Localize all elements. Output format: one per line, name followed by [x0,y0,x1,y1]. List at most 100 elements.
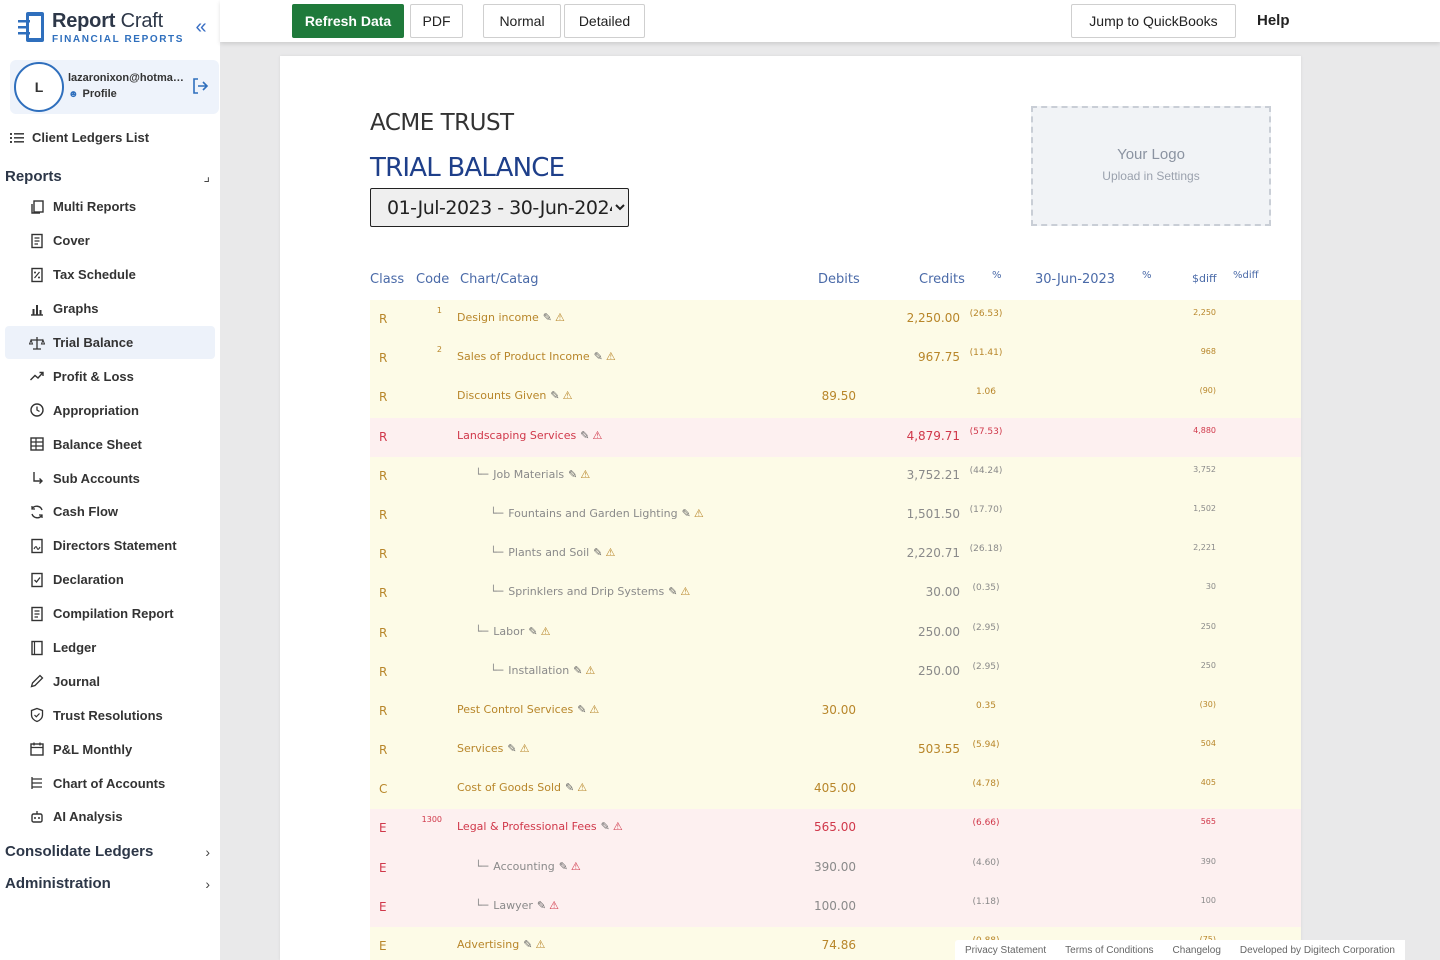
row-account[interactable]: └─ Lawyer ✎ ⚠ [475,899,559,912]
pencil-icon[interactable]: ✎ [559,860,568,873]
pencil-icon[interactable]: ✎ [577,703,586,716]
sidebar-item-journal[interactable]: Journal [5,664,215,698]
sidebar-item-declaration[interactable]: Declaration [5,563,215,597]
logout-icon[interactable] [190,76,210,96]
pencil-icon[interactable]: ✎ [594,350,603,363]
row-account[interactable]: Cost of Goods Sold ✎ ⚠ [457,781,587,794]
sidebar-item-cash-flow[interactable]: Cash Flow [5,495,215,529]
sidebar-item-compilation-report[interactable]: Compilation Report [5,597,215,631]
column-dollar-diff[interactable]: $diff [1192,272,1217,285]
consolidate-ledgers-toggle[interactable]: Consolidate Ledgers › [5,843,210,860]
table-row[interactable]: R └─ Fountains and Garden Lighting ✎ ⚠ 1,501.… [370,495,1301,536]
pencil-icon[interactable]: ✎ [593,546,602,559]
row-account[interactable]: Sales of Product Income ✎ ⚠ [457,350,616,363]
table-row[interactable]: E 1300 Legal & Professional Fees ✎ ⚠ 565.00 (6… [370,809,1301,849]
pencil-icon[interactable]: ✎ [528,625,537,638]
sidebar-item-tax-schedule[interactable]: Tax Schedule [5,258,215,292]
column-percent[interactable]: % [992,270,1002,281]
client-ledgers-list-link[interactable]: Client Ledgers List [10,130,149,145]
row-account[interactable]: Services ✎ ⚠ [457,742,529,755]
sidebar-item-trial-balance[interactable]: Trial Balance [5,325,215,360]
warning-icon[interactable]: ⚠ [589,703,599,716]
sidebar-item-ledger[interactable]: Ledger [5,631,215,665]
warning-icon[interactable]: ⚠ [541,625,551,638]
brand-logo[interactable]: Report Craft FINANCIAL REPORTS [16,10,216,46]
row-account-name[interactable]: Fountains and Garden Lighting [508,507,677,520]
pencil-icon[interactable]: ✎ [601,820,610,833]
warning-icon[interactable]: ⚠ [606,350,616,363]
privacy-statement-link[interactable]: Privacy Statement [965,945,1046,956]
row-account-name[interactable]: Pest Control Services [457,703,573,716]
row-account[interactable]: Discounts Given ✎ ⚠ [457,389,572,402]
warning-icon[interactable]: ⚠ [680,585,690,598]
warning-icon[interactable]: ⚠ [613,820,623,833]
column-code[interactable]: Code [416,272,449,287]
row-account-name[interactable]: Legal & Professional Fees [457,820,597,833]
row-account-name[interactable]: Lawyer [493,899,533,912]
pencil-icon[interactable]: ✎ [550,389,559,402]
row-account[interactable]: └─ Fountains and Garden Lighting ✎ ⚠ [490,507,704,520]
column-prior-percent[interactable]: % [1142,270,1152,281]
pencil-icon[interactable]: ✎ [668,585,677,598]
sidebar-item-trust-resolutions[interactable]: Trust Resolutions [5,698,215,732]
table-row[interactable]: R Landscaping Services ✎ ⚠ 4,879.71 (57.53) 4,… [370,417,1301,457]
row-account-name[interactable]: Accounting [493,860,554,873]
row-account[interactable]: └─ Sprinklers and Drip Systems ✎ ⚠ [490,585,690,598]
detailed-view-button[interactable]: Detailed [564,4,645,38]
row-account-name[interactable]: Labor [493,625,524,638]
sidebar-item-appropriation[interactable]: Appropriation [5,393,215,427]
warning-icon[interactable]: ⚠ [535,938,545,951]
warning-icon[interactable]: ⚠ [577,781,587,794]
warning-icon[interactable]: ⚠ [555,311,565,324]
table-row[interactable]: E └─ Lawyer ✎ ⚠ 100.00 (1.18) 100 [370,887,1301,927]
terms-link[interactable]: Terms of Conditions [1065,945,1153,956]
row-account-name[interactable]: Plants and Soil [508,546,589,559]
sidebar-item-chart-of-accounts[interactable]: Chart of Accounts [5,766,215,800]
sidebar-item-directors-statement[interactable]: Directors Statement [5,529,215,563]
sidebar-item-multi-reports[interactable]: Multi Reports [5,190,215,224]
row-account-name[interactable]: Services [457,742,503,755]
pencil-icon[interactable]: ✎ [682,507,691,520]
table-row[interactable]: R Discounts Given ✎ ⚠ 89.50 1.06 (90) [370,378,1301,418]
column-debits[interactable]: Debits [818,272,860,287]
pencil-icon[interactable]: ✎ [507,742,516,755]
pencil-icon[interactable]: ✎ [523,938,532,951]
column-prior-period[interactable]: 30-Jun-2023 [1035,272,1115,287]
warning-icon[interactable]: ⚠ [571,860,581,873]
warning-icon[interactable]: ⚠ [580,468,590,481]
sidebar-item-profit-loss[interactable]: Profit & Loss [5,359,215,393]
pencil-icon[interactable]: ✎ [537,899,546,912]
row-account-name[interactable]: Installation [508,664,569,677]
refresh-data-button[interactable]: Refresh Data [292,4,404,38]
sidebar-item-ai-analysis[interactable]: AI Analysis [5,800,215,834]
warning-icon[interactable]: ⚠ [563,389,573,402]
row-account-name[interactable]: Cost of Goods Sold [457,781,561,794]
column-credits[interactable]: Credits [919,272,965,287]
table-row[interactable]: R └─ Labor ✎ ⚠ 250.00 (2.95) 250 [370,613,1301,653]
sidebar-item-pl-monthly[interactable]: P&L Monthly [5,732,215,766]
table-row[interactable]: R 2 Sales of Product Income ✎ ⚠ 967.75 (11.41)… [370,339,1301,379]
row-account-name[interactable]: Job Materials [493,468,564,481]
warning-icon[interactable]: ⚠ [694,507,704,520]
row-account-name[interactable]: Sales of Product Income [457,350,590,363]
profile-link[interactable]: ☻ Profile [68,88,117,100]
administration-toggle[interactable]: Administration › [5,875,210,892]
pencil-icon[interactable]: ✎ [565,781,574,794]
reports-section-toggle[interactable]: Reports ⌟ [5,168,210,185]
avatar[interactable]: L [14,62,64,112]
sidebar-item-sub-accounts[interactable]: Sub Accounts [5,461,215,495]
table-row[interactable]: R └─ Plants and Soil ✎ ⚠ 2,220.71 (26.18) 2,221 [370,535,1301,575]
pencil-icon[interactable]: ✎ [573,664,582,677]
column-class[interactable]: Class [370,272,404,287]
table-row[interactable]: E └─ Accounting ✎ ⚠ 390.00 (4.60) 390 [370,848,1301,888]
table-row[interactable]: R └─ Installation ✎ ⚠ 250.00 (2.95) 250 [370,652,1301,692]
pencil-icon[interactable]: ✎ [580,429,589,442]
changelog-link[interactable]: Changelog [1173,945,1221,956]
row-account[interactable]: Pest Control Services ✎ ⚠ [457,703,599,716]
pencil-icon[interactable]: ✎ [568,468,577,481]
row-account[interactable]: └─ Installation ✎ ⚠ [490,664,595,677]
warning-icon[interactable]: ⚠ [520,742,530,755]
table-row[interactable]: C Cost of Goods Sold ✎ ⚠ 405.00 (4.78) 405 [370,770,1301,810]
row-account[interactable]: Design income ✎ ⚠ [457,311,565,324]
pencil-icon[interactable]: ✎ [543,311,552,324]
